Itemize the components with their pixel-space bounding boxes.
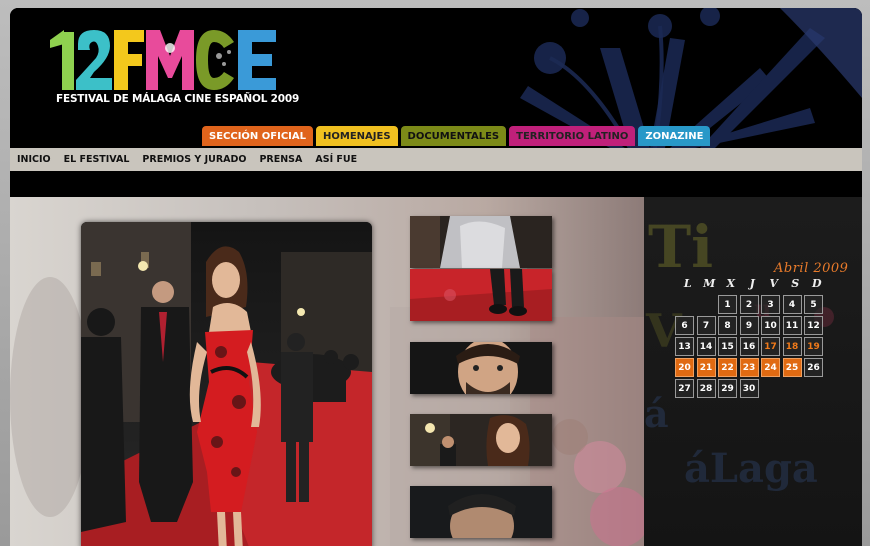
tab-documentales[interactable]: DOCUMENTALES [400,126,507,146]
calendar-day-18[interactable]: 18 [782,337,802,356]
calendar-day-header: V [769,277,779,290]
calendar-day-1[interactable]: 1 [718,295,737,314]
calendar-day-12[interactable]: 12 [804,316,823,335]
calendar-day-10[interactable]: 10 [761,316,780,335]
nav-item-inicio[interactable]: INICIO [17,154,51,165]
thumbnail-4[interactable] [410,414,552,466]
thumbnail-3[interactable] [410,342,552,394]
calendar-day-header: D [811,277,822,290]
calendar-empty-cell [697,295,716,314]
calendar-empty-cell [804,379,823,398]
calendar-day-8[interactable]: 8 [718,316,737,335]
photo-gallery [10,197,644,546]
nav-item-prensa[interactable]: PRENSA [259,154,302,165]
calendar-day-4[interactable]: 4 [782,295,802,314]
calendar-day-header: M [703,277,716,290]
nav-separator-bar [10,171,862,197]
tab-territorio-latino[interactable]: TERRITORIO LATINO [509,126,636,146]
calendar-grid: 1 2 3 4 5 6 7 8 9 10 11 12 13 14 15 16 17 18 19 20 21 22 23 24 2… [675,295,823,398]
calendar-day-9[interactable]: 9 [739,316,759,335]
nav-item-el-festival[interactable]: EL FESTIVAL [64,154,130,165]
calendar-day-5[interactable]: 5 [804,295,823,314]
thumbnail-man-photo [410,486,552,538]
thumbnail-man-portrait [410,342,552,394]
main-photo[interactable] [81,222,372,546]
thumbnail-2[interactable] [410,269,552,321]
calendar-day-28[interactable]: 28 [696,379,716,398]
thumbnail-1[interactable] [410,216,552,268]
calendar-day-23[interactable]: 23 [739,358,759,377]
main-nav: INICIO EL FESTIVAL PREMIOS Y JURADO PRENSA A… [10,148,862,171]
calendar-empty-cell [761,379,780,398]
calendar-day-26[interactable]: 26 [804,358,823,377]
calendar-day-15[interactable]: 15 [718,337,737,356]
calendar-day-header: S [791,277,800,290]
calendar-day-27[interactable]: 27 [675,379,694,398]
logo-subtitle: FESTIVAL DE MÁLAGA CINE ESPAÑOL 2009 [56,93,300,105]
calendar-day-14[interactable]: 14 [696,337,716,356]
nav-item-premios-y-jurado[interactable]: PREMIOS Y JURADO [142,154,246,165]
calendar-empty-cell [783,379,802,398]
svg-text:Ti: Ti [648,213,713,281]
thumbnail-5[interactable] [410,486,552,538]
site-header: FESTIVAL DE MÁLAGA CINE ESPAÑOL 2009 SEC… [10,8,862,148]
calendar-day-25[interactable]: 25 [782,358,802,377]
calendar-day-header: X [726,277,736,290]
calendar-day-17[interactable]: 17 [761,337,780,356]
calendar-day-21[interactable]: 21 [696,358,716,377]
calendar-panel: Ti V u á áLaga Abril 2009 LMXJVSD 123456… [644,197,862,546]
calendar-day-19[interactable]: 19 [804,337,823,356]
calendar-day-11[interactable]: 11 [782,316,802,335]
tab-zonazine[interactable]: ZONAZINE [638,126,711,146]
calendar-day-6[interactable]: 6 [675,316,694,335]
calendar-day-16[interactable]: 16 [739,337,759,356]
site-frame: FESTIVAL DE MÁLAGA CINE ESPAÑOL 2009 SEC… [10,8,862,546]
svg-text:áLaga: áLaga [684,445,818,492]
calendar-day-22[interactable]: 22 [718,358,737,377]
tab-secci-n-oficial[interactable]: SECCIÓN OFICIAL [202,126,314,146]
calendar-day-30[interactable]: 30 [739,379,759,398]
svg-text:á: á [644,391,669,436]
red-carpet-photo [81,222,372,546]
calendar-day-header: L [683,277,692,290]
calendar-day-header: J [749,277,755,290]
calendar-title: Abril 2009 [774,261,849,276]
calendar-day-7[interactable]: 7 [696,316,716,335]
thumbnail-shoes-photo [410,269,552,321]
tab-homenajes[interactable]: HOMENAJES [316,126,398,146]
calendar-day-2[interactable]: 2 [739,295,759,314]
calendar-day-3[interactable]: 3 [761,295,780,314]
calendar-day-29[interactable]: 29 [718,379,737,398]
nav-item-as-fue[interactable]: ASÍ FUE [315,154,357,165]
calendar-day-13[interactable]: 13 [675,337,694,356]
thumbnail-woman-portrait [410,414,552,466]
thumbnail-dress-photo [410,216,552,268]
calendar-day-headers: LMXJ VSD [677,277,833,290]
calendar-day-20[interactable]: 20 [675,358,694,377]
section-tabs: SECCIÓN OFICIAL HOMENAJES DOCUMENTALES TERR… [202,126,711,146]
calendar-empty-cell [675,295,694,314]
calendar-day-24[interactable]: 24 [761,358,780,377]
